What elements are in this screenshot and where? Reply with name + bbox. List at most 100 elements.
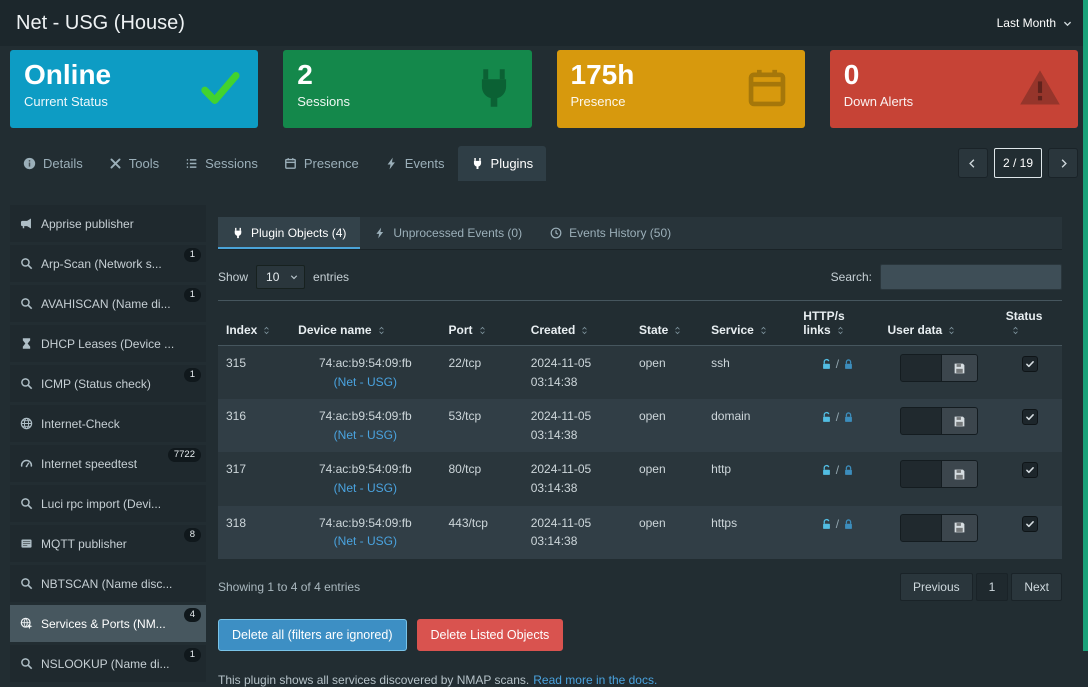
note-text: This plugin shows all services discovere…	[218, 673, 529, 687]
device-link[interactable]: (Net - USG)	[334, 375, 397, 389]
device-pager: 2 / 19	[958, 148, 1078, 181]
search-input[interactable]	[880, 264, 1062, 290]
lock-open-icon	[820, 358, 833, 371]
plugin-list-item[interactable]: Arp-Scan (Network s...1	[10, 245, 206, 282]
card-current-status[interactable]: OnlineCurrent Status	[10, 50, 258, 128]
next-page-button[interactable]: Next	[1011, 573, 1062, 601]
card-sessions[interactable]: 2Sessions	[283, 50, 531, 128]
https-link[interactable]	[842, 462, 855, 477]
column-header[interactable]: Created	[523, 301, 631, 346]
tab-presence[interactable]: Presence	[271, 146, 372, 181]
plugin-table: IndexDevice namePort Created StateServiceH…	[218, 300, 1062, 559]
actions: Delete all (filters are ignored) Delete …	[218, 619, 1062, 651]
plugin-tab[interactable]: Plugin Objects (4)	[218, 217, 360, 249]
device-link[interactable]: (Net - USG)	[334, 534, 397, 548]
pager-prev-button[interactable]	[958, 148, 988, 178]
warning-icon	[1018, 66, 1062, 110]
pager-next-button[interactable]	[1048, 148, 1078, 178]
delete-listed-button[interactable]: Delete Listed Objects	[417, 619, 564, 651]
http-link[interactable]	[820, 462, 833, 477]
table-summary: Showing 1 to 4 of 4 entries	[218, 580, 360, 594]
column-header[interactable]: State	[631, 301, 703, 346]
tab-plugins[interactable]: Plugins	[458, 146, 547, 181]
sort-icon	[1011, 326, 1020, 335]
cell-port: 53/tcp	[441, 399, 523, 452]
bolt-icon	[385, 157, 398, 170]
status-checkbox[interactable]	[1022, 409, 1038, 425]
tab-events[interactable]: Events	[372, 146, 458, 181]
user-data-input[interactable]	[900, 407, 942, 435]
plugin-list-item[interactable]: Apprise publisher	[10, 205, 206, 242]
plugin-list-item[interactable]: Services & Ports (NM...4	[10, 605, 206, 642]
card-down-alerts[interactable]: 0Down Alerts	[830, 50, 1078, 128]
cell-state: open	[631, 452, 703, 505]
save-button[interactable]	[942, 407, 978, 435]
https-link[interactable]	[842, 516, 855, 531]
user-data-input[interactable]	[900, 354, 942, 382]
https-link[interactable]	[842, 409, 855, 424]
plugin-tab[interactable]: Events History (50)	[536, 217, 685, 249]
column-header[interactable]: HTTP/s links	[795, 301, 879, 346]
column-label: Created	[531, 323, 576, 337]
lock-closed-icon	[842, 464, 855, 477]
http-link[interactable]	[820, 409, 833, 424]
column-header[interactable]: Port	[441, 301, 523, 346]
cell-status	[998, 452, 1062, 505]
plugin-list-item[interactable]: MQTT publisher8	[10, 525, 206, 562]
status-checkbox[interactable]	[1022, 356, 1038, 372]
tab-sessions[interactable]: Sessions	[172, 146, 271, 181]
plugin-list-item[interactable]: AVAHISCAN (Name di...1	[10, 285, 206, 322]
plugin-tab[interactable]: Unprocessed Events (0)	[360, 217, 536, 249]
check-icon	[198, 66, 242, 110]
status-checkbox[interactable]	[1022, 516, 1038, 532]
search-icon	[20, 577, 33, 590]
page-title: Net - USG (House)	[16, 12, 185, 35]
right-edge-strip	[1083, 0, 1088, 651]
plugin-tab-label: Events History (50)	[569, 226, 671, 240]
page-number-button[interactable]: 1	[976, 573, 1009, 601]
plugin-list-item[interactable]: Internet-Check	[10, 405, 206, 442]
cell-port: 80/tcp	[441, 452, 523, 505]
save-button[interactable]	[942, 460, 978, 488]
bolt-icon	[374, 227, 386, 239]
column-header[interactable]: Device name	[290, 301, 440, 346]
cell-user-data	[879, 506, 997, 559]
plugin-item-label: AVAHISCAN (Name di...	[41, 297, 171, 311]
plug-icon	[232, 227, 244, 239]
plugin-list-item[interactable]: NBTSCAN (Name disc...	[10, 565, 206, 602]
http-link[interactable]	[820, 516, 833, 531]
plugin-item-badge: 1	[184, 248, 201, 262]
save-button[interactable]	[942, 514, 978, 542]
user-data-input[interactable]	[900, 514, 942, 542]
tab-tools[interactable]: Tools	[96, 146, 172, 181]
previous-page-button[interactable]: Previous	[900, 573, 973, 601]
column-header[interactable]: Status	[998, 301, 1062, 346]
calendar-icon	[284, 157, 297, 170]
plugin-list-item[interactable]: ICMP (Status check)1	[10, 365, 206, 402]
period-selector[interactable]: Last Month	[997, 16, 1072, 30]
plug-icon	[471, 157, 484, 170]
table-row: 31774:ac:b9:54:09:fb(Net - USG)80/tcp202…	[218, 452, 1062, 505]
page-size-select[interactable]: 10	[256, 265, 305, 289]
card-presence[interactable]: 175hPresence	[557, 50, 805, 128]
user-data-input[interactable]	[900, 460, 942, 488]
search-icon	[20, 257, 33, 270]
plugin-list-item[interactable]: Internet speedtest7722	[10, 445, 206, 482]
cell-status	[998, 506, 1062, 559]
plugin-list-item[interactable]: Luci rpc import (Devi...	[10, 485, 206, 522]
save-button[interactable]	[942, 354, 978, 382]
search-label: Search:	[831, 270, 872, 284]
docs-link[interactable]: Read more in the docs.	[533, 673, 657, 687]
device-link[interactable]: (Net - USG)	[334, 428, 397, 442]
delete-all-button[interactable]: Delete all (filters are ignored)	[218, 619, 407, 651]
http-link[interactable]	[820, 356, 833, 371]
https-link[interactable]	[842, 356, 855, 371]
plugin-list-item[interactable]: DHCP Leases (Device ...	[10, 325, 206, 362]
column-header[interactable]: Service	[703, 301, 795, 346]
column-header[interactable]: User data	[879, 301, 997, 346]
device-link[interactable]: (Net - USG)	[334, 481, 397, 495]
tab-details[interactable]: Details	[10, 146, 96, 181]
status-checkbox[interactable]	[1022, 462, 1038, 478]
column-header[interactable]: Index	[218, 301, 290, 346]
cell-device-name: 74:ac:b9:54:09:fb(Net - USG)	[290, 452, 440, 505]
